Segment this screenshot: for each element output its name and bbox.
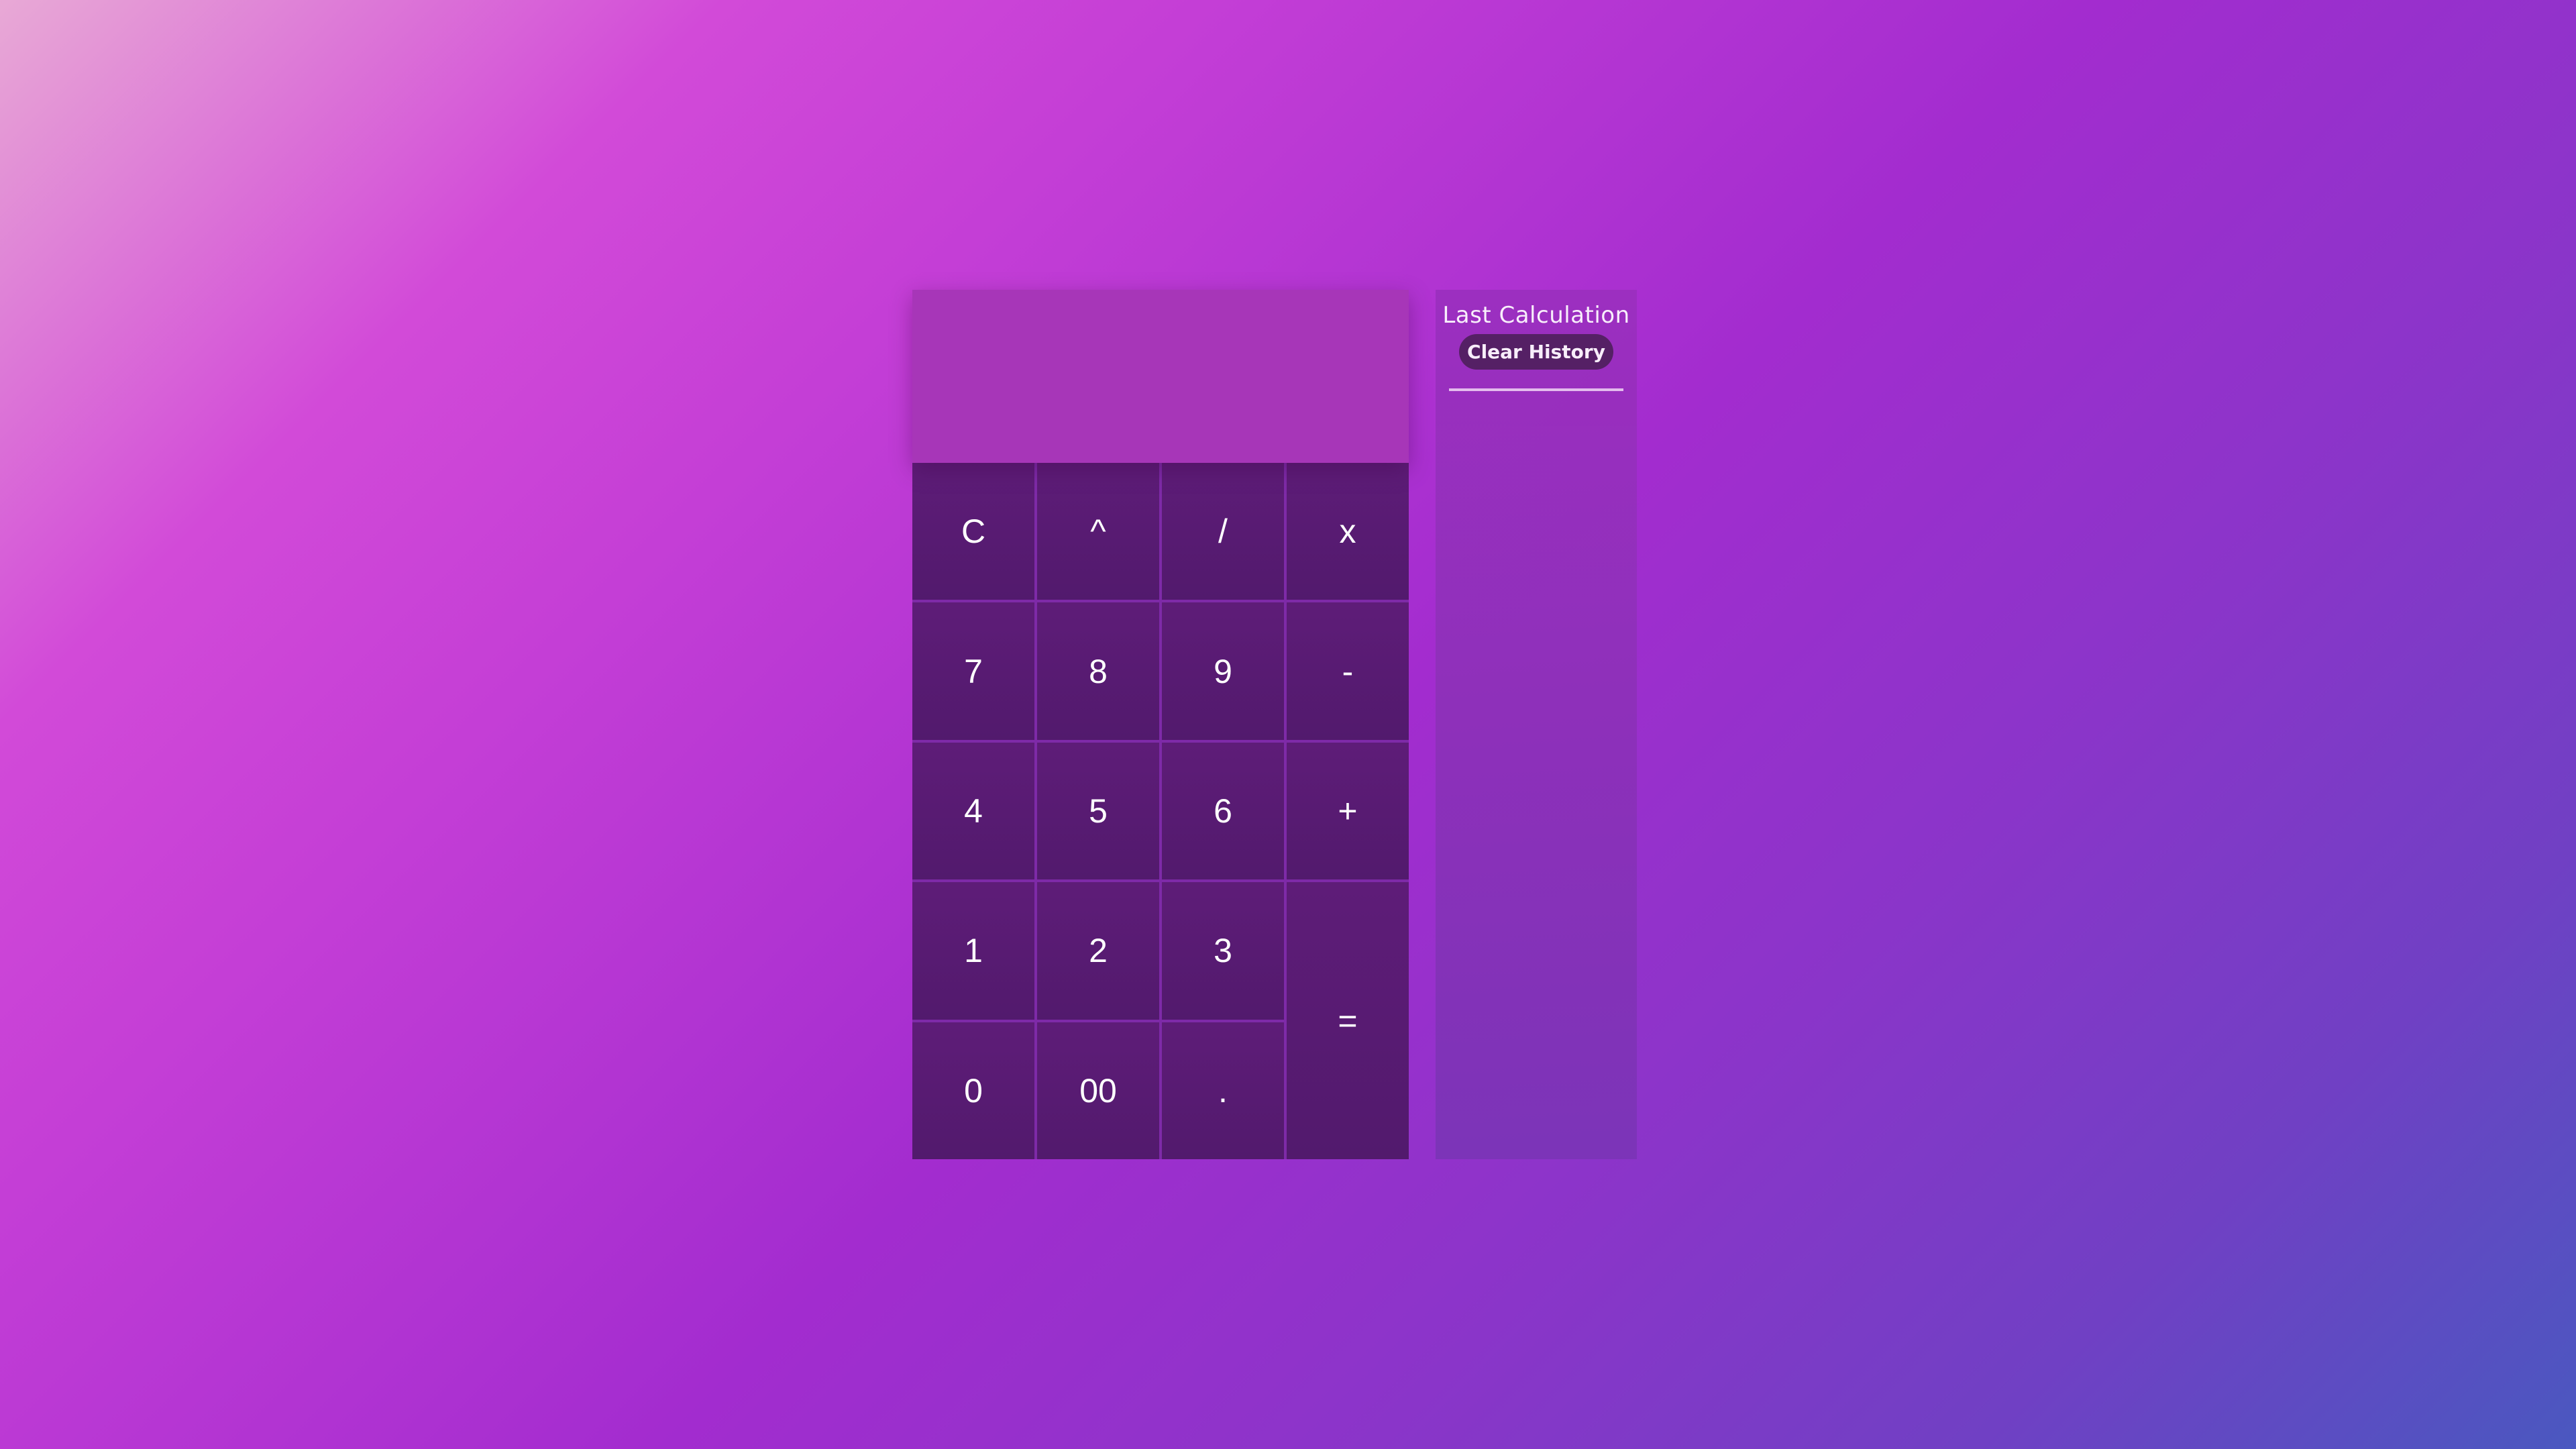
history-panel: Last Calculation Clear History	[1436, 290, 1637, 1159]
clear-history-button[interactable]: Clear History	[1459, 334, 1613, 370]
calculator: C ^ / x 7 8 9 - 4 5 6 + 1 2 3 = 0 00 .	[912, 290, 1409, 1159]
history-divider	[1449, 388, 1623, 391]
multiply-button[interactable]: x	[1287, 463, 1409, 600]
double-zero-button[interactable]: 00	[1037, 1022, 1159, 1159]
digit-2-button[interactable]: 2	[1037, 882, 1159, 1020]
digit-0-button[interactable]: 0	[912, 1022, 1034, 1159]
history-title: Last Calculation	[1442, 302, 1630, 329]
clear-button[interactable]: C	[912, 463, 1034, 600]
calculator-display	[912, 290, 1409, 463]
equals-button[interactable]: =	[1287, 882, 1409, 1159]
digit-6-button[interactable]: 6	[1162, 742, 1284, 880]
decimal-button[interactable]: .	[1162, 1022, 1284, 1159]
add-button[interactable]: +	[1287, 742, 1409, 880]
digit-4-button[interactable]: 4	[912, 742, 1034, 880]
keypad: C ^ / x 7 8 9 - 4 5 6 + 1 2 3 = 0 00 .	[912, 463, 1409, 1159]
digit-5-button[interactable]: 5	[1037, 742, 1159, 880]
digit-9-button[interactable]: 9	[1162, 602, 1284, 740]
power-button[interactable]: ^	[1037, 463, 1159, 600]
divide-button[interactable]: /	[1162, 463, 1284, 600]
digit-1-button[interactable]: 1	[912, 882, 1034, 1020]
subtract-button[interactable]: -	[1287, 602, 1409, 740]
digit-3-button[interactable]: 3	[1162, 882, 1284, 1020]
digit-8-button[interactable]: 8	[1037, 602, 1159, 740]
digit-7-button[interactable]: 7	[912, 602, 1034, 740]
